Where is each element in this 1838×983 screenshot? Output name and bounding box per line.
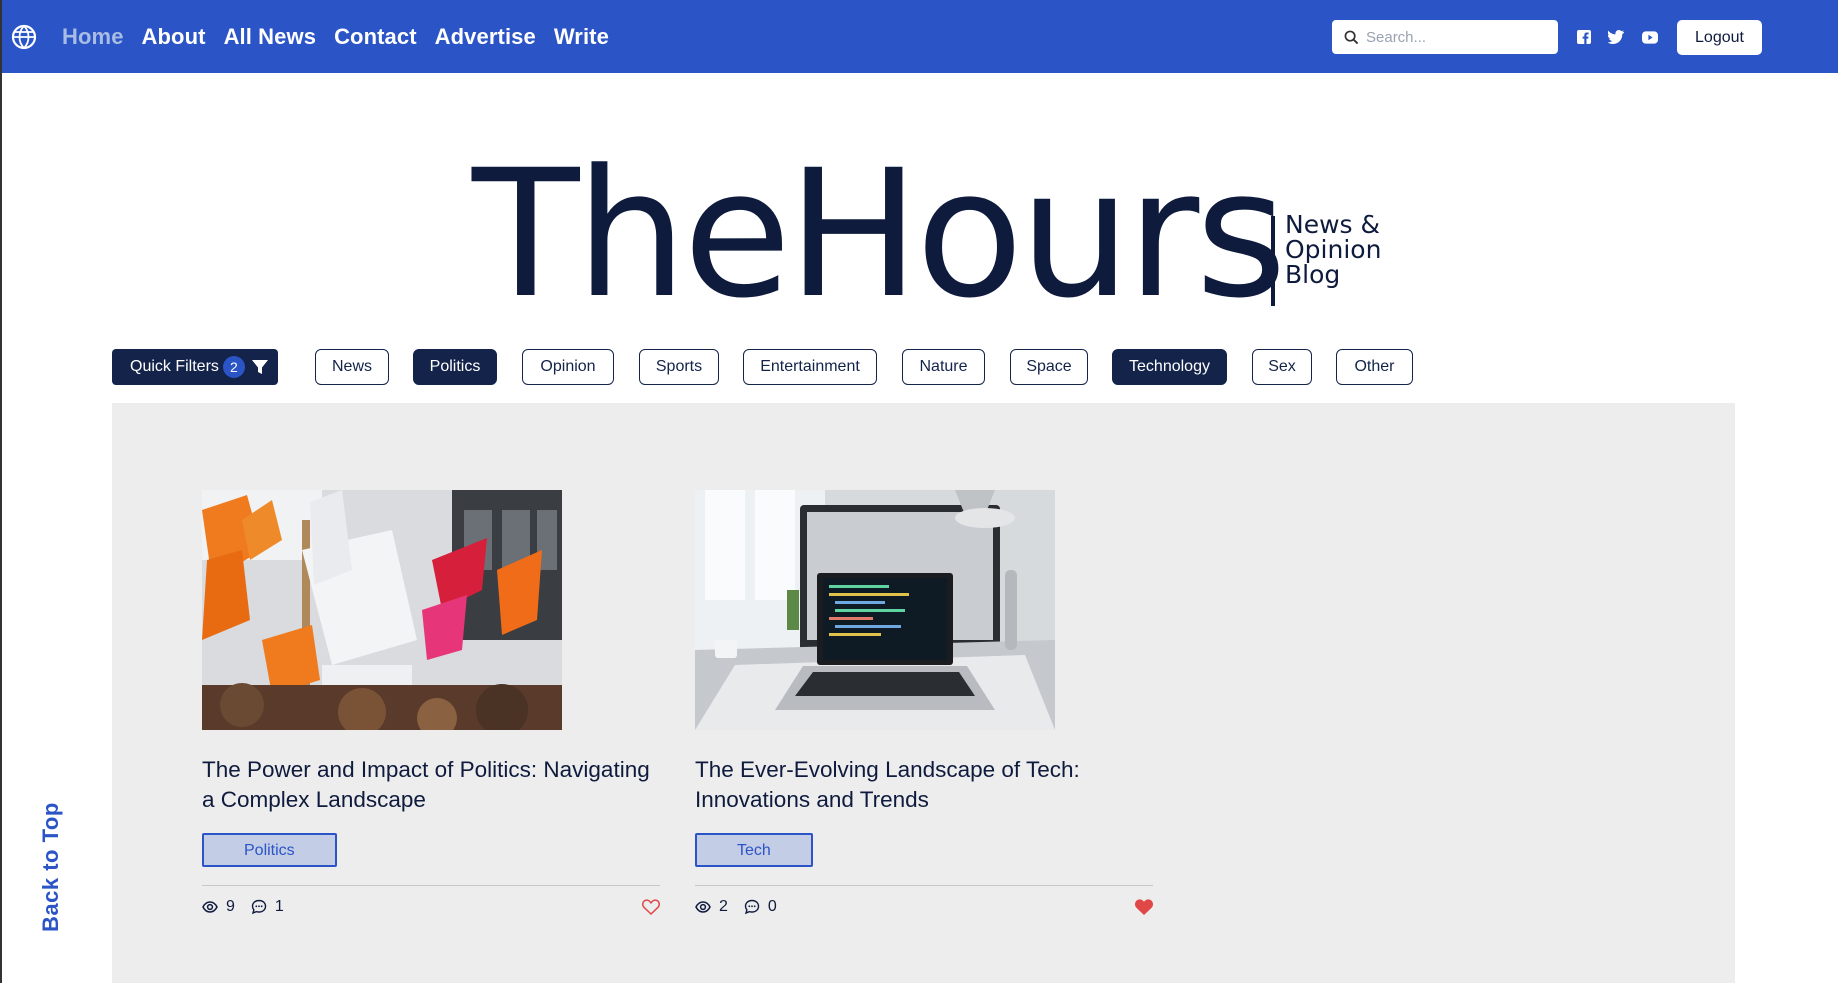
nav-link-advertise[interactable]: Advertise bbox=[435, 24, 536, 50]
nav-links: Home About All News Contact Advertise Wr… bbox=[62, 0, 609, 73]
filter-chip-opinion[interactable]: Opinion bbox=[522, 349, 614, 385]
subtitle-line: Opinion bbox=[1285, 235, 1382, 264]
nav-link-write[interactable]: Write bbox=[554, 24, 609, 50]
views-count: 9 bbox=[226, 898, 235, 915]
views-stat: 9 bbox=[202, 898, 235, 916]
comment-icon bbox=[251, 899, 267, 915]
article-image-protest[interactable] bbox=[202, 490, 562, 730]
twitter-icon[interactable] bbox=[1608, 29, 1624, 45]
logout-button[interactable]: Logout bbox=[1677, 20, 1762, 55]
search-box bbox=[1332, 20, 1558, 54]
quick-filters-button[interactable]: Quick Filters 2 bbox=[112, 349, 278, 385]
heart-filled-icon[interactable] bbox=[1135, 899, 1153, 915]
nav-link-all-news[interactable]: All News bbox=[224, 24, 317, 50]
quick-filters-label: Quick Filters bbox=[130, 358, 219, 375]
card-divider bbox=[202, 885, 660, 886]
filter-chip-technology[interactable]: Technology bbox=[1112, 349, 1227, 385]
article-image-laptop[interactable] bbox=[695, 490, 1055, 730]
facebook-icon[interactable] bbox=[1576, 29, 1592, 45]
views-stat: 2 bbox=[695, 898, 728, 916]
site-subtitle: News & Opinion Blog bbox=[1285, 212, 1405, 287]
article-title[interactable]: The Ever-Evolving Landscape of Tech: Inn… bbox=[695, 755, 1153, 815]
article-tag[interactable]: Tech bbox=[695, 833, 813, 867]
comment-icon bbox=[744, 899, 760, 915]
article-card[interactable]: The Power and Impact of Politics: Naviga… bbox=[202, 490, 660, 916]
filter-chip-other[interactable]: Other bbox=[1336, 349, 1413, 385]
article-title[interactable]: The Power and Impact of Politics: Naviga… bbox=[202, 755, 660, 815]
top-navbar: Home About All News Contact Advertise Wr… bbox=[2, 0, 1838, 73]
heart-outline-icon[interactable] bbox=[642, 899, 660, 915]
filter-chip-space[interactable]: Space bbox=[1010, 349, 1088, 385]
comments-stat[interactable]: 0 bbox=[744, 898, 777, 916]
nav-link-home[interactable]: Home bbox=[62, 24, 124, 50]
article-stats: 2 0 bbox=[695, 898, 1153, 916]
subtitle-line: News & bbox=[1285, 210, 1380, 239]
brand-divider bbox=[1271, 216, 1275, 306]
eye-icon bbox=[202, 901, 218, 913]
nav-link-contact[interactable]: Contact bbox=[334, 24, 417, 50]
filter-chip-sex[interactable]: Sex bbox=[1252, 349, 1312, 385]
search-icon bbox=[1344, 30, 1359, 44]
article-tag[interactable]: Politics bbox=[202, 833, 337, 867]
filter-chip-news[interactable]: News bbox=[315, 349, 389, 385]
nav-link-about[interactable]: About bbox=[142, 24, 206, 50]
comments-count: 0 bbox=[767, 898, 777, 915]
comments-stat[interactable]: 1 bbox=[251, 898, 284, 916]
comments-count: 1 bbox=[274, 898, 284, 915]
views-count: 2 bbox=[719, 898, 728, 915]
filter-chip-entertainment[interactable]: Entertainment bbox=[743, 349, 877, 385]
search-input[interactable] bbox=[1366, 28, 1546, 46]
filter-chip-sports[interactable]: Sports bbox=[639, 349, 719, 385]
card-divider bbox=[695, 885, 1153, 886]
youtube-icon[interactable] bbox=[1642, 29, 1658, 45]
filter-count-badge: 2 bbox=[222, 356, 245, 378]
site-title: TheHours bbox=[472, 132, 1287, 337]
filter-chip-nature[interactable]: Nature bbox=[902, 349, 985, 385]
filter-chip-politics[interactable]: Politics bbox=[413, 349, 497, 385]
eye-icon bbox=[695, 901, 711, 913]
subtitle-line: Blog bbox=[1285, 260, 1341, 289]
article-stats: 9 1 bbox=[202, 898, 660, 916]
back-to-top-link[interactable]: Back to Top bbox=[38, 802, 64, 932]
article-card[interactable]: The Ever-Evolving Landscape of Tech: Inn… bbox=[695, 490, 1153, 916]
globe-logo-icon[interactable] bbox=[11, 24, 37, 50]
filter-icon bbox=[251, 360, 268, 374]
